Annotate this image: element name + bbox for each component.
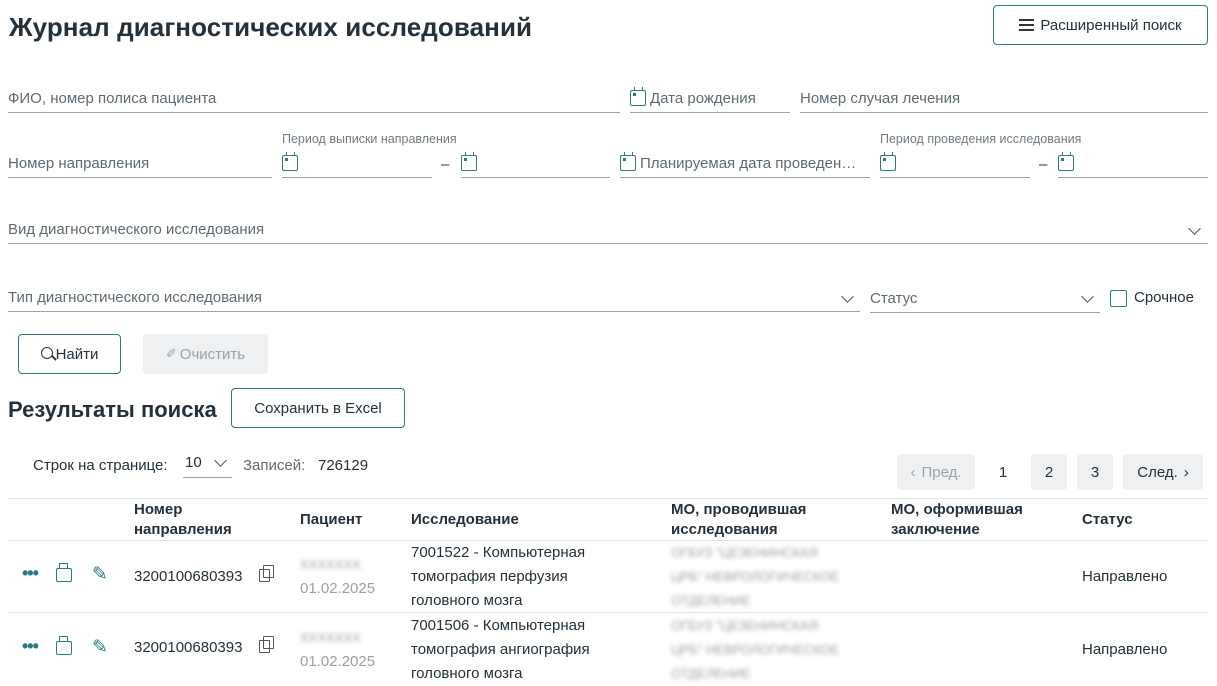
column-header-mo-conclusion: МО, оформившая заключение <box>891 501 1023 538</box>
column-header-study: Исследование <box>411 511 519 528</box>
chevron-left-icon: ‹ <box>910 463 916 481</box>
edit-icon[interactable]: ✎ <box>92 563 108 586</box>
results-title: Результаты поиска <box>8 397 217 422</box>
study-name-line: томография ангиография <box>411 641 590 658</box>
referral-number-input[interactable]: Номер направления <box>8 148 272 178</box>
calendar-icon <box>880 152 896 171</box>
study-period-label: Период проведения исследования <box>880 132 1082 146</box>
prev-page-button[interactable]: ‹ Пред. <box>897 454 975 490</box>
clear-button[interactable]: ✐ Очистить <box>143 334 268 374</box>
chevron-down-icon <box>214 454 227 467</box>
row-divider <box>8 612 1208 613</box>
referral-period-from-input[interactable] <box>282 148 432 178</box>
study-name-line: 7001506 - Компьютерная <box>411 617 586 634</box>
records-label: Записей: <box>243 457 306 474</box>
study-name-line: головного мозга <box>411 592 523 609</box>
print-icon[interactable] <box>56 563 72 582</box>
records-count: 726129 <box>318 457 369 474</box>
status-select[interactable]: Статус <box>870 283 1100 313</box>
patient-name: ХХХХХХХ <box>300 557 361 572</box>
page-button-1[interactable]: 1 <box>985 454 1021 490</box>
status-text: Направлено <box>1082 641 1168 658</box>
mo-performed-line: ОТДЕЛЕНИЕ <box>671 593 751 608</box>
save-excel-button[interactable]: Сохранить в Excel <box>231 388 405 428</box>
calendar-icon <box>620 152 636 171</box>
period-dash: – <box>1039 156 1048 173</box>
menu-icon <box>1019 19 1035 31</box>
planned-date-input[interactable]: Планируемая дата проведен… <box>620 148 870 178</box>
period-dash: – <box>441 156 450 173</box>
mo-performed-line: ОГБУЗ "ЦЕЗЕНИНСКАЯ <box>671 545 819 560</box>
more-actions-icon[interactable]: ••• <box>22 563 39 584</box>
column-header-mo-performed: МО, проводившая исследования <box>671 501 807 538</box>
rows-per-page-select[interactable]: 10 <box>183 452 232 478</box>
birth-date-input[interactable]: Дата рождения <box>630 83 790 113</box>
next-page-button[interactable]: След. › <box>1123 454 1203 490</box>
mo-performed-line: ОГБУЗ "ЦЕЗЕНИНСКАЯ <box>671 618 819 633</box>
study-kind-select[interactable]: Вид диагностического исследования <box>8 214 1208 244</box>
mo-performed-line: ОТДЕЛЕНИЕ <box>671 666 751 681</box>
table-top-divider <box>8 498 1208 499</box>
find-button[interactable]: Найти <box>18 334 121 374</box>
study-period-from-input[interactable] <box>880 148 1030 178</box>
column-header-patient: Пациент <box>300 511 363 528</box>
urgent-label: Срочное <box>1134 289 1194 306</box>
study-name-line: головного мозга <box>411 665 523 682</box>
referral-number: 3200100680393 <box>134 639 243 656</box>
column-header-referral-number: Номер направления <box>134 501 232 538</box>
referral-period-label: Период выписки направления <box>282 132 457 146</box>
patient-birth-date: 01.02.2025 <box>300 580 376 597</box>
referral-period-to-input[interactable] <box>461 148 610 178</box>
patient-name: ХХХХХХХ <box>300 630 361 645</box>
table-row[interactable]: ••• ✎ 3200100680393 ХХХХХХХ 01.02.2025 7… <box>8 541 1208 612</box>
column-header-status: Статус <box>1082 511 1133 528</box>
mo-performed-line: ЦРБ" НЕВРОЛОГИЧЕСКОЕ <box>671 569 840 584</box>
table-row[interactable]: ••• ✎ 3200100680393 ХХХХХХХ 01.02.2025 7… <box>8 614 1208 686</box>
referral-number: 3200100680393 <box>134 568 243 585</box>
patient-search-input[interactable]: ФИО, номер полиса пациента <box>8 83 620 113</box>
study-type-select[interactable]: Тип диагностического исследования <box>8 282 860 312</box>
mo-performed-line: ЦРБ" НЕВРОЛОГИЧЕСКОЕ <box>671 642 840 657</box>
more-actions-icon[interactable]: ••• <box>22 636 39 657</box>
advanced-search-button[interactable]: Расширенный поиск <box>993 5 1208 45</box>
status-text: Направлено <box>1082 568 1168 585</box>
study-name-line: 7001522 - Компьютерная <box>411 544 586 561</box>
page-button-3[interactable]: 3 <box>1077 454 1113 490</box>
broom-icon: ✐ <box>165 346 177 361</box>
rows-per-page-label: Строк на странице: <box>33 457 168 474</box>
copy-icon[interactable] <box>259 636 274 653</box>
patient-birth-date: 01.02.2025 <box>300 653 376 670</box>
calendar-icon <box>1058 152 1074 171</box>
urgent-checkbox[interactable] <box>1110 290 1127 307</box>
print-icon[interactable] <box>56 636 72 655</box>
edit-icon[interactable]: ✎ <box>92 636 108 659</box>
calendar-icon <box>630 87 646 106</box>
study-period-to-input[interactable] <box>1058 148 1208 178</box>
page-button-2[interactable]: 2 <box>1031 454 1067 490</box>
search-icon <box>40 347 57 361</box>
page-title: Журнал диагностических исследований <box>9 12 533 42</box>
chevron-right-icon: › <box>1183 463 1189 481</box>
calendar-icon <box>461 152 477 171</box>
advanced-search-label: Расширенный поиск <box>1040 16 1182 34</box>
copy-icon[interactable] <box>259 565 274 582</box>
study-name-line: томография перфузия <box>411 568 568 585</box>
calendar-icon <box>282 152 298 171</box>
case-number-input[interactable]: Номер случая лечения <box>800 83 1208 113</box>
